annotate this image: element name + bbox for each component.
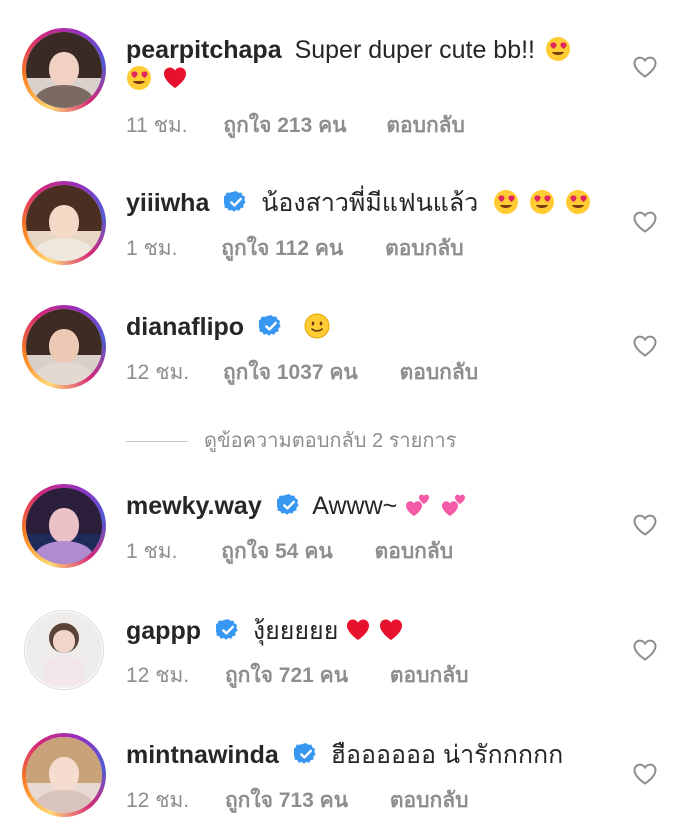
reply-button[interactable]: ตอบกลับ [390, 664, 469, 687]
like-heart-icon[interactable] [632, 638, 658, 662]
verified-badge-icon [277, 493, 301, 517]
divider [126, 441, 188, 443]
comment-text: Awww~ [312, 492, 398, 520]
red-heart-emoji-icon [162, 65, 188, 91]
username[interactable]: yiiiwha [126, 189, 209, 217]
heart-eyes-emoji-icon [545, 36, 571, 62]
comment-line: gappp งุ้ยยยยย [126, 615, 404, 647]
avatar[interactable] [22, 28, 106, 112]
view-replies-button[interactable]: ดูข้อความตอบกลับ 2 รายการ [126, 424, 456, 456]
heart-eyes-emoji-icon [565, 189, 591, 215]
heart-eyes-emoji-icon [529, 189, 555, 215]
comment-line: mintnawinda ฮืออออออ น่ารักกกกก [126, 739, 563, 771]
comment-time: 1 ชม. [126, 237, 178, 260]
comment-time: 12 ชม. [126, 361, 190, 384]
verified-badge-icon [259, 314, 283, 338]
comment-time: 1 ชม. [126, 540, 178, 563]
avatar[interactable] [22, 733, 106, 817]
comment-line: mewky.way Awww~ [126, 490, 466, 522]
avatar[interactable] [22, 305, 106, 389]
comment-meta: 1 ชม. ถูกใจ 54 คน ตอบกลับ [126, 535, 453, 568]
reply-button[interactable]: ตอบกลับ [390, 789, 469, 812]
slight-smile-emoji-icon [304, 313, 330, 339]
comment-text: Super duper cute bb!! [294, 36, 536, 64]
comment-meta: 12 ชม. ถูกใจ 713 คน ตอบกลับ [126, 784, 468, 817]
like-count[interactable]: ถูกใจ 721 คน [225, 664, 348, 687]
comment-time: 11 ชม. [126, 114, 188, 137]
username[interactable]: pearpitchapa [126, 36, 282, 64]
avatar[interactable] [24, 610, 104, 690]
verified-badge-icon [216, 618, 240, 642]
comment-line: pearpitchapa Super duper cute bb!! [126, 34, 571, 66]
red-heart-emoji-icon [378, 617, 404, 643]
reply-button[interactable]: ตอบกลับ [385, 237, 464, 260]
comment-text: น้องสาวพี่มีแฟนแล้ว [261, 189, 479, 217]
like-count[interactable]: ถูกใจ 112 คน [221, 237, 343, 260]
comment-text: งุ้ยยยยย [252, 617, 339, 645]
like-heart-icon[interactable] [632, 334, 658, 358]
view-replies-label: ดูข้อความตอบกลับ 2 รายการ [204, 430, 457, 452]
avatar[interactable] [22, 484, 106, 568]
heart-eyes-emoji-icon [126, 65, 152, 91]
like-count[interactable]: ถูกใจ 713 คน [225, 789, 348, 812]
username[interactable]: dianaflipo [126, 313, 244, 341]
comment-line: yiiiwha น้องสาวพี่มีแฟนแล้ว [126, 187, 591, 219]
username[interactable]: mewky.way [126, 492, 262, 520]
like-heart-icon[interactable] [632, 55, 658, 79]
comment-meta: 12 ชม. ถูกใจ 1037 คน ตอบกลับ [126, 356, 478, 389]
reply-button[interactable]: ตอบกลับ [400, 361, 479, 384]
username[interactable]: mintnawinda [126, 741, 279, 769]
two-hearts-emoji-icon [440, 492, 466, 518]
like-count[interactable]: ถูกใจ 54 คน [221, 540, 332, 563]
comment-meta: 1 ชม. ถูกใจ 112 คน ตอบกลับ [126, 232, 464, 265]
comment-meta: 11 ชม. ถูกใจ 213 คน ตอบกลับ [126, 109, 465, 142]
like-heart-icon[interactable] [632, 513, 658, 537]
like-heart-icon[interactable] [632, 210, 658, 234]
comment-text: ฮืออออออ น่ารักกกกก [330, 741, 564, 769]
two-hearts-emoji-icon [404, 492, 430, 518]
comment-line-2 [126, 63, 188, 95]
comment-line: dianaflipo [126, 311, 330, 343]
verified-badge-icon [224, 190, 248, 214]
heart-eyes-emoji-icon [493, 189, 519, 215]
like-count[interactable]: ถูกใจ 1037 คน [223, 361, 358, 384]
comment-time: 12 ชม. [126, 664, 190, 687]
reply-button[interactable]: ตอบกลับ [386, 114, 465, 137]
comment-time: 12 ชม. [126, 789, 190, 812]
avatar[interactable] [22, 181, 106, 265]
red-heart-emoji-icon [345, 617, 371, 643]
like-heart-icon[interactable] [632, 762, 658, 786]
username[interactable]: gappp [126, 617, 201, 645]
like-count[interactable]: ถูกใจ 213 คน [223, 114, 346, 137]
reply-button[interactable]: ตอบกลับ [375, 540, 454, 563]
verified-badge-icon [294, 742, 318, 766]
comment-meta: 12 ชม. ถูกใจ 721 คน ตอบกลับ [126, 659, 468, 692]
